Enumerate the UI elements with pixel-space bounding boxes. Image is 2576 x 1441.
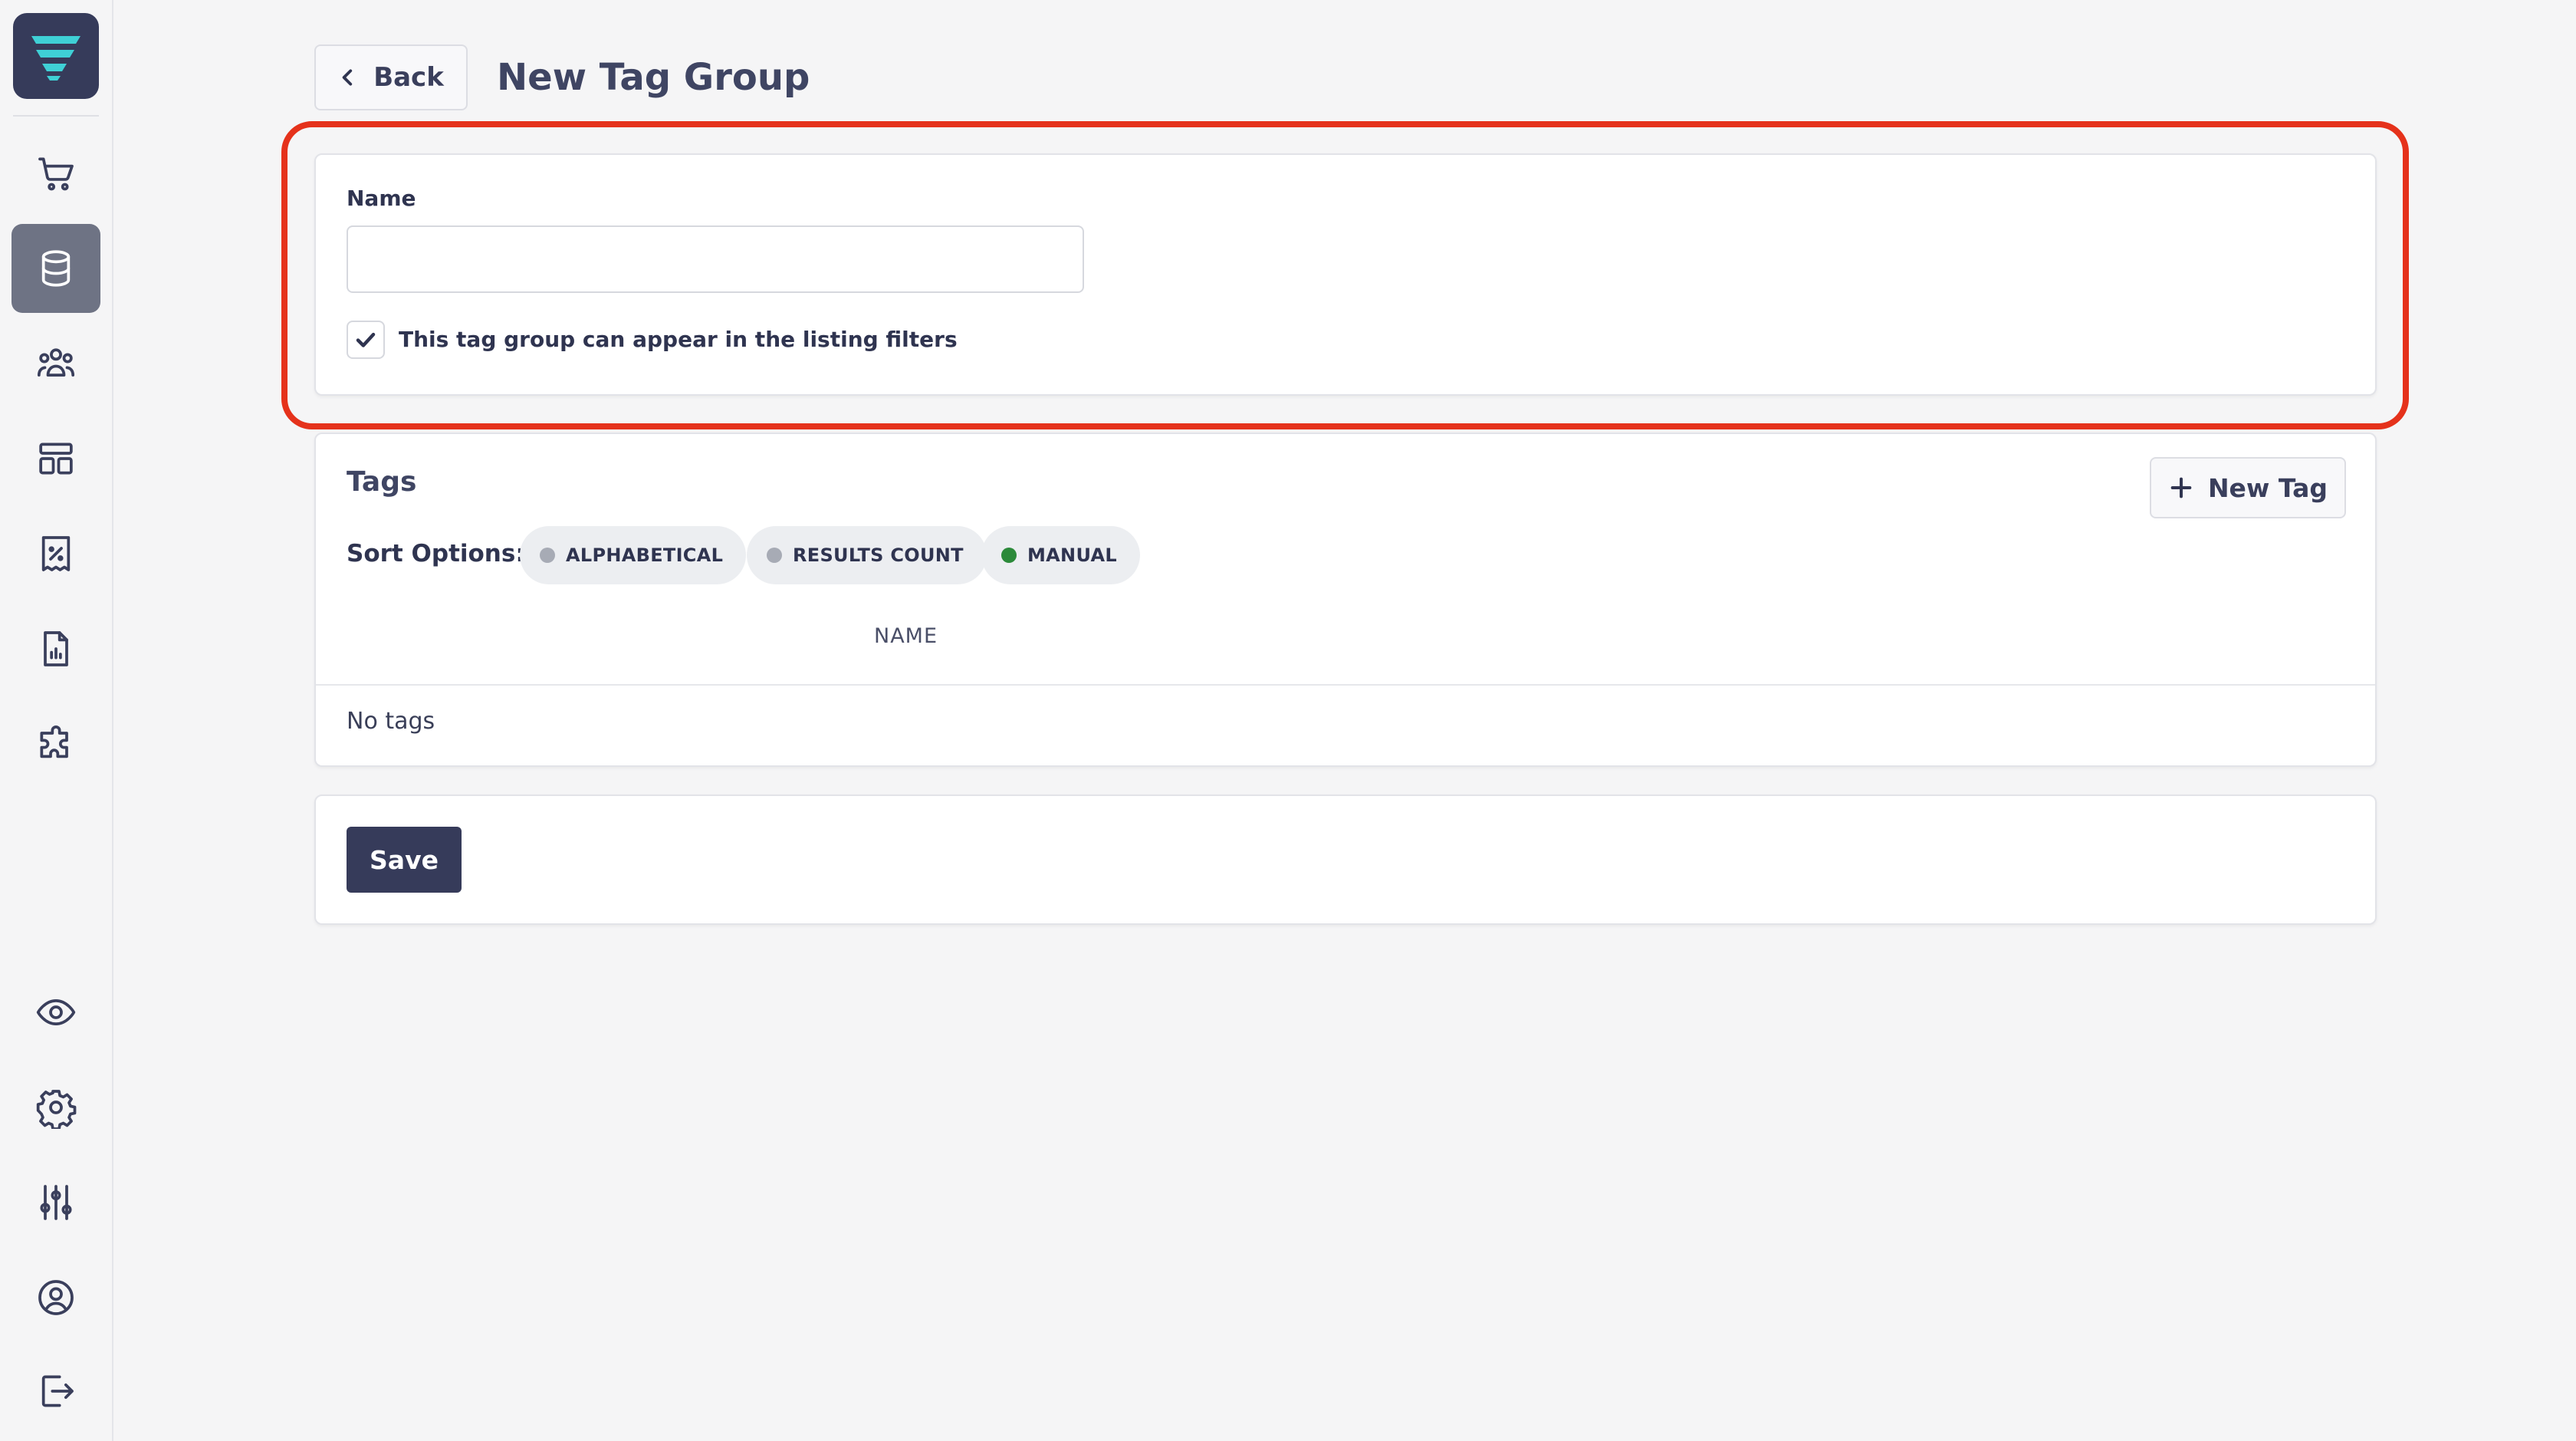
sliders-icon [40,1185,72,1220]
brand-logo-icon[interactable] [13,13,99,99]
logout-icon [41,1375,74,1407]
back-button-label: Back [373,62,444,93]
radio-dot-active-icon [1001,548,1017,563]
table-divider [316,684,2375,686]
sidebar-item-preview[interactable] [12,968,100,1057]
sort-option-alphabetical[interactable]: ALPHABETICAL [520,526,747,584]
actions-card: Save [314,795,2377,925]
column-header-name[interactable]: NAME [874,624,938,648]
sort-option-label: RESULTS COUNT [793,544,964,566]
sort-options-label: Sort Options: [347,540,525,568]
users-icon [37,348,75,377]
page-title: New Tag Group [497,56,810,99]
sidebar-item-settings[interactable] [12,1063,100,1152]
new-tag-button[interactable]: New Tag [2150,457,2346,518]
database-icon [41,250,71,287]
listing-filters-checkbox-label[interactable]: This tag group can appear in the listing… [399,327,958,352]
cart-icon [38,157,74,191]
sidebar-item-discounts[interactable] [12,509,100,598]
radio-dot-icon [767,548,782,563]
sidebar-item-layout[interactable] [12,414,100,503]
empty-state-text: No tags [347,708,435,735]
eye-icon [36,999,76,1026]
user-circle-icon [38,1280,74,1315]
puzzle-icon [40,725,68,758]
sidebar [0,0,113,1441]
back-button[interactable]: Back [314,44,468,110]
sidebar-item-logout[interactable] [12,1347,100,1436]
receipt-percent-icon [41,536,71,571]
tags-card: Tags New Tag Sort Options: ALPHABETICAL … [314,433,2377,767]
name-field-label: Name [347,186,416,211]
name-input[interactable] [347,225,1084,293]
checkmark-icon [356,332,376,347]
radio-dot-icon [540,548,555,563]
sidebar-item-reports[interactable] [12,604,100,693]
report-icon [44,631,68,666]
sidebar-item-integrations[interactable] [12,699,100,788]
sidebar-divider [13,115,99,117]
plus-icon [2170,477,2192,498]
new-tag-button-label: New Tag [2207,472,2328,503]
sidebar-item-cart[interactable] [12,129,100,218]
sort-option-results-count[interactable]: RESULTS COUNT [747,526,987,584]
listing-filters-checkbox[interactable] [347,321,385,359]
sidebar-item-users[interactable] [12,319,100,408]
chevron-left-icon [342,69,353,86]
layout-icon [39,442,73,475]
save-button[interactable]: Save [347,827,462,893]
sidebar-item-adjustments[interactable] [12,1158,100,1247]
sort-option-manual[interactable]: MANUAL [981,526,1140,584]
sidebar-item-account[interactable] [12,1253,100,1342]
tag-group-details-card: Name This tag group can appear in the li… [314,153,2377,396]
sidebar-item-database[interactable] [12,224,100,313]
tags-section-title: Tags [347,466,417,498]
gear-icon [36,1090,77,1129]
sort-option-label: ALPHABETICAL [566,544,724,566]
sort-option-label: MANUAL [1027,544,1117,566]
